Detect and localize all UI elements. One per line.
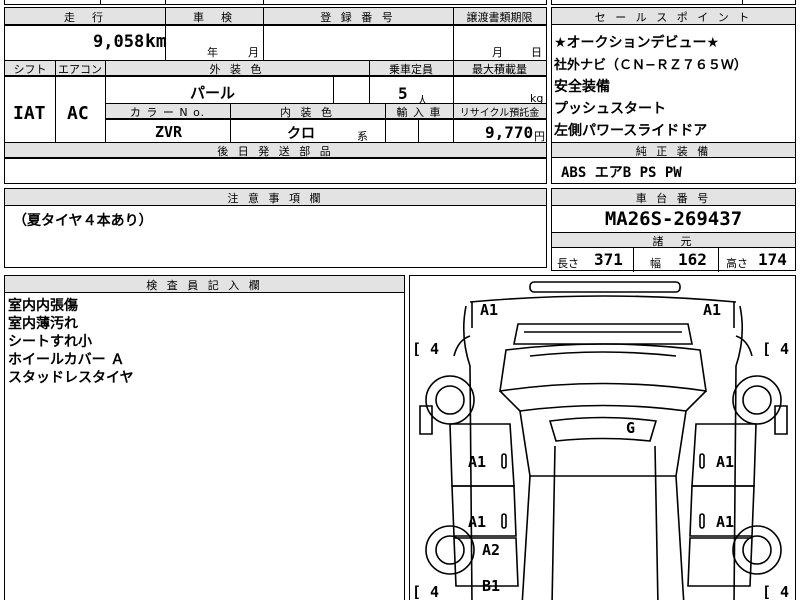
damage-rear-door-left: A1 <box>468 513 487 531</box>
mileage-label: 走 行 <box>64 11 106 24</box>
color-no-value: ZVR <box>155 123 183 141</box>
tire-mark-front-right: [ 4 <box>762 340 790 358</box>
damage-front-door-right: A1 <box>716 453 735 471</box>
mileage-unit: km <box>145 31 167 52</box>
notes-box: 注 意 事 項 欄 （夏タイヤ４本あり） <box>4 188 547 268</box>
shift-label: シフト <box>13 63 47 76</box>
damage-front-door-left: A1 <box>468 453 487 471</box>
recycle-value: 9,770 <box>485 123 534 142</box>
width-value: 162 <box>678 250 707 269</box>
sales-point-item: 安全装備 <box>554 79 610 95</box>
interior-color-value: クロ <box>287 126 315 142</box>
max-load-label: 最大積載量 <box>472 63 527 76</box>
chassis-box: 車 台 番 号 MA26S-269437 諸 元 長さ 371 幅 162 高さ… <box>551 188 796 272</box>
registration-label: 登 録 番 号 <box>320 11 396 24</box>
chassis-label: 車 台 番 号 <box>635 192 712 205</box>
length-value: 371 <box>594 250 623 269</box>
recycle-label: リサイクル預託金 <box>459 108 540 119</box>
sales-point-item: プッシュスタート <box>554 101 666 117</box>
damage-front-right: A1 <box>703 301 722 319</box>
inspector-line: 室内内張傷 <box>8 298 78 314</box>
inspection-year-unit: 年 <box>207 46 218 59</box>
inspection-label: 車 検 <box>193 11 235 24</box>
chassis-value: MA26S-269437 <box>604 208 743 230</box>
height-value: 174 <box>758 250 787 269</box>
sales-points-box: セ ー ル ス ポ イ ン ト ★オークションデビュー★ 社外ナビ（ＣＮ−ＲＺ７… <box>551 7 796 184</box>
exterior-color-label: 外 装 色 <box>209 63 265 76</box>
transfer-day-unit: 日 <box>531 46 542 59</box>
width-label: 幅 <box>650 257 661 270</box>
inspector-line: スタッドレスタイヤ <box>8 370 134 386</box>
inspector-line: 室内薄汚れ <box>8 316 78 332</box>
interior-color-label: 内 装 色 <box>280 106 335 119</box>
sales-point-item: 社外ナビ（ＣＮ−ＲＺ７６５Ｗ） <box>554 58 747 73</box>
tire-mark-rear-left: [ 4 <box>412 583 440 600</box>
damage-rear-fender-left: A2 <box>482 541 501 559</box>
inspector-box: 検 査 員 記 入 欄 室内内張傷 室内薄汚れ シートすれ小 ホイールカバー Ａ… <box>4 275 405 600</box>
mileage-value: 9,058 <box>93 32 145 52</box>
capacity-value: 5 <box>398 84 408 103</box>
import-label: 輸 入 車 <box>396 106 442 119</box>
top-remnant-strip <box>4 0 547 5</box>
damage-front-left: A1 <box>480 301 499 319</box>
vehicle-info-table: 走 行 車 検 登 録 番 号 譲渡書類期限 9,058 km 年 月 月 日 … <box>4 7 547 184</box>
height-label: 高さ <box>726 257 748 270</box>
genuine-equipment-value: ABS エアB PS PW <box>561 165 682 181</box>
inspector-label: 検 査 員 記 入 欄 <box>146 279 263 292</box>
inspector-line: ホイールカバー Ａ <box>8 352 125 368</box>
specs-label: 諸 元 <box>652 235 695 248</box>
notes-value: （夏タイヤ４本あり） <box>13 213 153 229</box>
accessories-label: 後 日 発 送 部 品 <box>217 145 334 158</box>
capacity-label: 乗車定員 <box>389 63 433 76</box>
aircon-label: エアコン <box>58 63 102 76</box>
color-no-label: カ ラ ー N o. <box>129 106 206 119</box>
sales-point-item: ★オークションデビュー★ <box>554 35 720 51</box>
notes-label: 注 意 事 項 欄 <box>227 192 324 205</box>
tire-mark-front-left: [ 4 <box>412 340 440 358</box>
car-outline-diagram <box>419 281 788 600</box>
top-remnant-strip-right <box>551 0 796 5</box>
damage-diagram-box: [ 4 [ 4 [ 4 [ 4 A1 A1 G A1 A1 A1 A1 A2 B… <box>409 275 796 600</box>
inspection-month-unit: 月 <box>248 46 259 59</box>
inspector-line: シートすれ小 <box>8 334 92 350</box>
genuine-equipment-label: 純 正 装 備 <box>635 145 712 158</box>
sales-points-label: セ ー ル ス ポ イ ン ト <box>594 11 753 24</box>
transfer-deadline-label: 譲渡書類期限 <box>466 11 533 24</box>
transfer-month-unit: 月 <box>492 46 503 59</box>
exterior-color-value: パール <box>190 84 236 102</box>
damage-roof: G <box>626 419 636 437</box>
aircon-value: AC <box>67 103 89 124</box>
damage-rear-left: B1 <box>482 577 501 595</box>
shift-value: IAT <box>13 103 46 124</box>
damage-rear-door-right: A1 <box>716 513 735 531</box>
tire-mark-rear-right: [ 4 <box>762 583 790 600</box>
sales-point-item: 左側パワースライドドア <box>554 123 708 139</box>
length-label: 長さ <box>557 257 579 270</box>
